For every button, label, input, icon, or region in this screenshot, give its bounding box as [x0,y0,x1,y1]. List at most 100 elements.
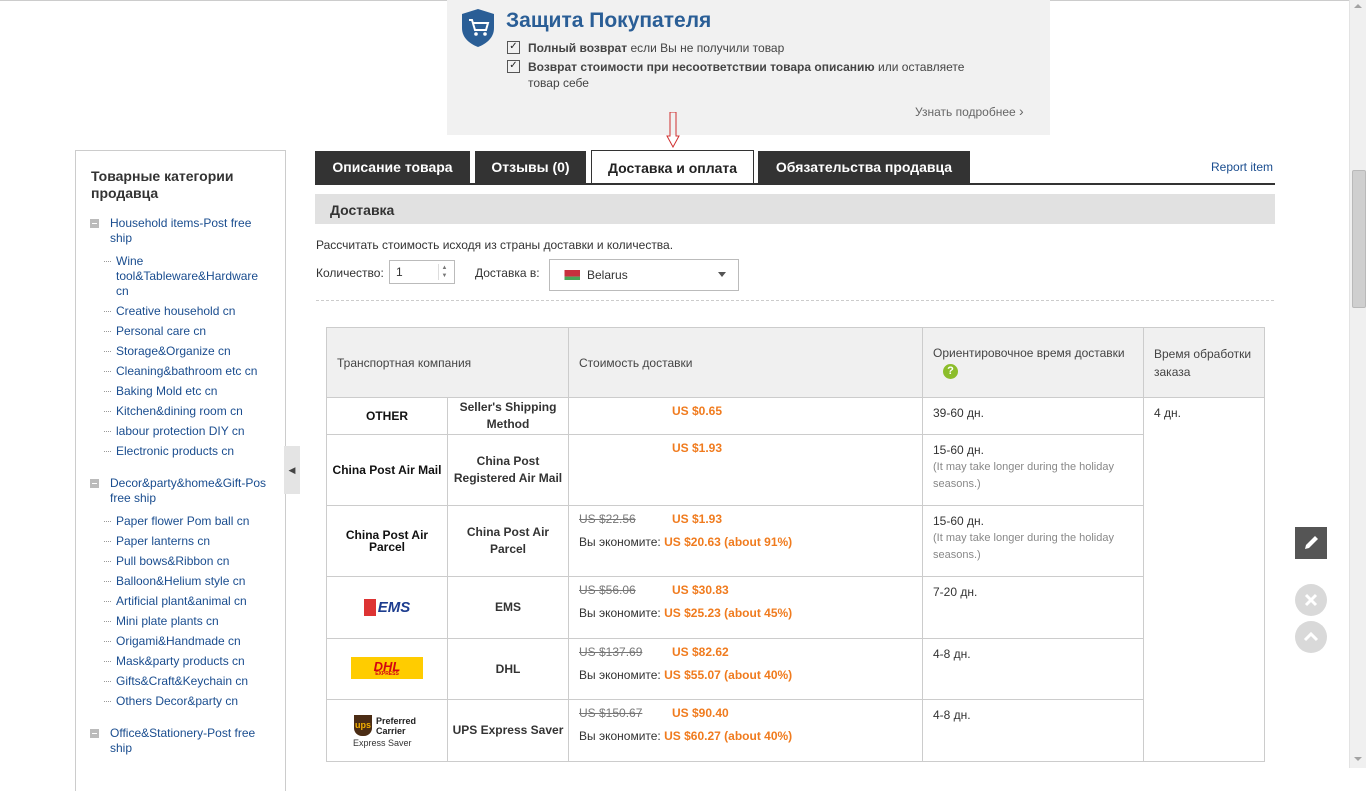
subcategory-item[interactable]: Balloon&Helium style cn [104,574,271,589]
table-header-row: Транспортная компания Стоимость доставки… [326,327,1265,398]
header-delivery-time: Ориентировочное время доставки? [922,327,1144,398]
calc-description: Рассчитать стоимость исходя из страны до… [316,238,674,252]
subcategory-item[interactable]: Artificial plant&animal cn [104,594,271,609]
dashed-divider [316,300,1274,301]
category-decor-party[interactable]: Decor&party&home&Gift-Pos free ship [90,476,270,506]
protection-title: Защита Покупателя [506,9,712,32]
edit-pencil-button[interactable] [1295,527,1327,559]
belarus-flag-icon [562,270,580,280]
subcategory-item[interactable]: Baking Mold etc cn [104,384,271,399]
quantity-stepper[interactable]: 1 ▲ ▼ [389,260,455,284]
close-icon [1304,593,1318,607]
carrier-logo-other: OTHER [326,397,448,435]
quantity-value[interactable]: 1 [396,265,403,279]
subcategory-item[interactable]: Storage&Organize cn [104,344,271,359]
tab-description[interactable]: Описание товара [315,151,470,183]
delivery-time: 7-20 дн. [922,576,1144,639]
subcategory-item[interactable]: Origami&Handmade cn [104,634,271,649]
table-row: China Post Air Mail China Post Registere… [326,434,1265,506]
subcategory-item[interactable]: Paper flower Pom ball cn [104,514,271,529]
delivery-time: 4-8 дн. [922,699,1144,762]
checkmark-icon: ✓ [507,41,520,54]
shipping-cost: US $0.65 [568,397,923,435]
subcategory-item[interactable]: Pull bows&Ribbon cn [104,554,271,569]
table-row: OTHER Seller's Shipping Method US $0.65 … [326,397,1265,762]
header-carrier: Транспортная компания [326,327,569,398]
collapse-sidebar-button[interactable]: ◀ [284,446,300,494]
quantity-label: Количество: [316,266,384,280]
close-button[interactable] [1295,584,1327,616]
carrier-name: China Post Registered Air Mail [447,434,569,506]
tab-seller-obligations[interactable]: Обязательства продавца [758,151,970,183]
delivery-heading: Доставка [330,202,395,218]
sidebar-title: Товарные категории продавца [91,168,234,201]
scroll-up-arrow-icon[interactable] [1354,4,1362,8]
subcategory-item[interactable]: Gifts&Craft&Keychain cn [104,674,271,689]
shipping-cost: US $22.56 US $1.93 Вы экономите: US $20.6… [568,505,923,577]
stepper-arrows-icon[interactable]: ▲ ▼ [438,264,450,280]
shipping-cost: US $56.06 US $30.83 Вы экономите: US $25.… [568,576,923,639]
dhl-logo-subtext: EXPRESS [375,670,399,677]
carrier-name: China Post Air Parcel [447,505,569,577]
carrier-name: DHL [447,638,569,700]
carrier-name: Seller's Shipping Method [447,397,569,435]
ship-to-label: Доставка в: [475,266,540,280]
delivery-time: 15-60 дн. (It may take longer during the … [922,434,1144,506]
country-select[interactable]: Belarus [549,259,739,291]
shield-cart-icon [462,9,494,47]
carrier-logo-chinapost-airparcel: China Post Air Parcel [326,505,448,577]
delivery-time: 15-60 дн. (It may take longer during the … [922,505,1144,577]
table-row: ups Preferred Carrier Express Saver UPS … [326,699,1265,762]
subcategory-item[interactable]: Wine tool&Tableware&Hardware cn [104,254,266,299]
subcategory-item[interactable]: Paper lanterns cn [104,534,271,549]
shipping-table: Транспортная компания Стоимость доставки… [326,327,1265,762]
subcategory-item[interactable]: Personal care cn [104,324,271,339]
delivery-time: 4-8 дн. [922,638,1144,700]
category-household[interactable]: Household items-Post free ship [90,216,270,246]
scroll-top-button[interactable] [1295,621,1327,653]
chevron-right-icon: › [1019,103,1024,119]
carrier-logo-chinapost-airmail: China Post Air Mail [326,434,448,506]
subcategory-item[interactable]: Others Decor&party cn [104,694,271,709]
checkmark-icon: ✓ [507,60,520,73]
page-scrollbar[interactable] [1349,0,1366,768]
report-item-link[interactable]: Report item [1211,160,1273,174]
red-arrow-annotation-icon [666,112,680,148]
seller-categories-sidebar: Товарные категории продавца Household it… [75,150,286,791]
shipping-cost: US $137.69 US $82.62 Вы экономите: US $55… [568,638,923,700]
shipping-cost: US $1.93 [568,434,923,506]
subcategory-item[interactable]: Mini plate plants cn [104,614,271,629]
subcategory-item[interactable]: labour protection DIY cn [104,424,271,439]
table-row: EMS EMS US $56.06 US $30.83 Вы экономите:… [326,576,1265,639]
ems-logo-text: EMS [363,599,411,616]
tab-underline [315,183,1275,185]
collapse-minus-icon[interactable] [90,479,99,488]
delivery-section-header: Доставка [315,194,1275,224]
subcategory-item[interactable]: Mask&party products cn [104,654,271,669]
shipping-cost: US $150.67 US $90.40 Вы экономите: US $60… [568,699,923,762]
tab-delivery-payment[interactable]: Доставка и оплата [591,150,754,185]
carrier-name: EMS [447,576,569,639]
processing-time: 4 дн. [1143,397,1265,762]
subcategory-item[interactable]: Electronic products cn [104,444,271,459]
help-icon[interactable]: ? [943,364,958,379]
subcategory-item[interactable]: Cleaning&bathroom etc cn [104,364,271,379]
category-office-stationery[interactable]: Office&Stationery-Post free ship [90,726,270,756]
tab-reviews[interactable]: Отзывы (0) [475,151,586,183]
pencil-icon [1305,536,1318,549]
scroll-down-arrow-icon[interactable] [1354,757,1362,761]
chevron-down-icon [718,272,726,277]
scrollbar-thumb[interactable] [1352,170,1366,308]
ups-logo-icon: ups Preferred Carrier Express Saver [326,699,448,762]
header-cost: Стоимость доставки [568,327,923,398]
table-row: China Post Air Parcel China Post Air Par… [326,505,1265,577]
carrier-name: UPS Express Saver [447,699,569,762]
buyer-protection-panel: Защита Покупателя ✓ Полный возврат если … [447,0,1050,135]
subcategory-item[interactable]: Kitchen&dining room cn [104,404,271,419]
collapse-minus-icon[interactable] [90,219,99,228]
learn-more-link[interactable]: Узнать подробнее › [915,103,1024,119]
collapse-minus-icon[interactable] [90,729,99,738]
table-row: DHL EXPRESS DHL US $137.69 US $82.62 Вы э… [326,638,1265,700]
country-name: Belarus [587,268,628,282]
subcategory-item[interactable]: Creative household cn [104,304,271,319]
